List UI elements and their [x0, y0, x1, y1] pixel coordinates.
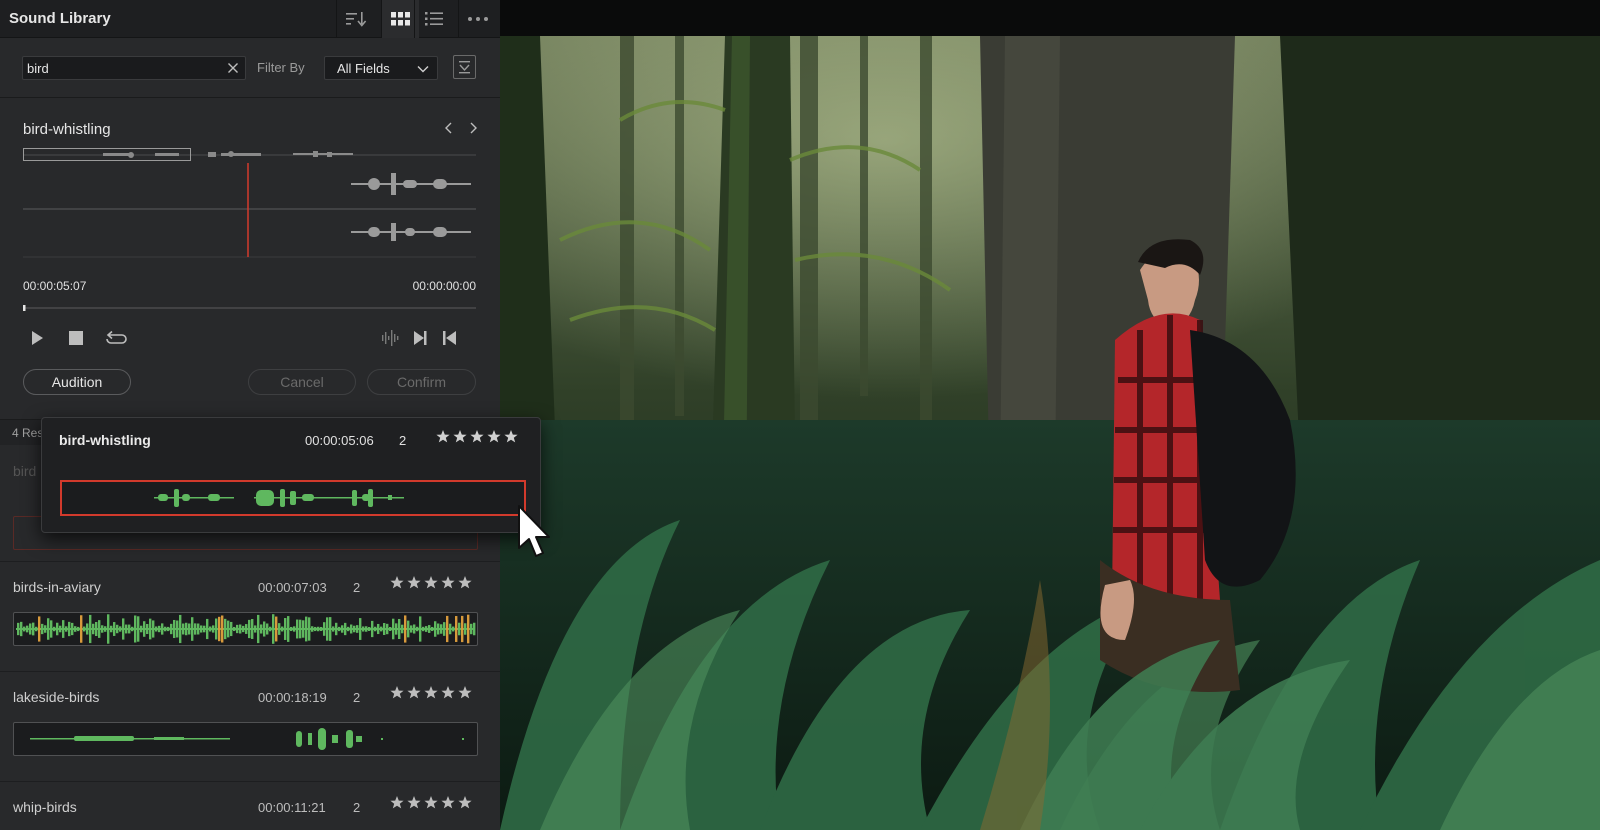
popup-clip-name: bird-whistling [59, 432, 151, 448]
filter-options-button[interactable] [453, 55, 476, 79]
star-icon [390, 576, 472, 589]
forest-hiker-frame [500, 0, 1600, 830]
popup-waveform[interactable] [60, 480, 526, 516]
sort-icon [345, 12, 366, 27]
search-row: Filter By All Fields [0, 38, 500, 98]
clip-hover-preview[interactable]: bird-whistling 00:00:05:06 2 [41, 417, 541, 533]
panel-title: Sound Library [9, 10, 111, 27]
result-waveform[interactable] [13, 612, 478, 646]
star-rating[interactable] [436, 429, 518, 445]
more-options-button[interactable] [458, 0, 496, 38]
result-duration: 00:00:18:19 [258, 690, 327, 705]
clip-preview: bird-whistling 00:00:05:07 00:00:00:00 A… [0, 99, 500, 419]
result-item-birds-in-aviary[interactable]: birds-in-aviary 00:00:07:03 2 [0, 562, 500, 672]
skip-back-icon[interactable] [439, 327, 461, 349]
star-icon [390, 796, 472, 809]
chevron-down-icon [417, 66, 429, 73]
result-item-whip-birds[interactable]: whip-birds 00:00:11:21 2 [0, 782, 500, 830]
play-icon[interactable] [25, 327, 47, 349]
filter-by-label: Filter By [257, 60, 305, 75]
audition-button[interactable]: Audition [23, 369, 131, 395]
panel-header: Sound Library [0, 0, 500, 38]
result-name: whip-birds [13, 799, 77, 815]
confirm-button[interactable]: Confirm [367, 369, 476, 395]
result-item-lakeside-birds[interactable]: lakeside-birds 00:00:18:19 2 [0, 672, 500, 782]
search-input[interactable] [23, 57, 223, 79]
star-rating[interactable] [390, 795, 472, 811]
preview-waveform[interactable] [23, 147, 476, 259]
mouse-cursor-icon [518, 505, 550, 557]
end-timecode: 00:00:00:00 [412, 279, 476, 293]
previous-clip-icon[interactable] [445, 122, 452, 134]
result-channels: 2 [353, 800, 361, 815]
stop-icon[interactable] [65, 327, 87, 349]
loop-icon[interactable] [103, 327, 129, 349]
star-icon [436, 430, 518, 443]
transport-controls [23, 327, 476, 349]
scrub-bar[interactable] [23, 305, 476, 311]
search-box [22, 56, 246, 80]
result-name: birds-in-aviary [13, 579, 101, 595]
sort-button[interactable] [336, 0, 374, 38]
popup-channels: 2 [399, 433, 407, 448]
popup-duration: 00:00:05:06 [305, 433, 374, 448]
result-channels: 2 [353, 580, 361, 595]
filter-field-value: All Fields [337, 61, 390, 76]
result-waveform[interactable] [13, 722, 478, 756]
star-rating[interactable] [390, 575, 472, 591]
filter-field-select[interactable]: All Fields [324, 56, 438, 80]
sound-library-panel: Sound Library bird Filter By All Fields … [0, 0, 500, 830]
list-view-button[interactable] [414, 0, 452, 38]
current-timecode: 00:00:05:07 [23, 279, 87, 293]
star-rating[interactable] [390, 685, 472, 701]
result-channels: 2 [353, 690, 361, 705]
cancel-button[interactable]: Cancel [248, 369, 356, 395]
result-name: lakeside-birds [13, 689, 100, 705]
clip-nav-arrows [445, 122, 477, 134]
video-viewer[interactable] [500, 0, 1600, 830]
audio-waveform-icon[interactable] [379, 327, 401, 349]
result-duration: 00:00:07:03 [258, 580, 327, 595]
star-icon [390, 686, 472, 699]
filter-icon [459, 61, 470, 74]
result-duration: 00:00:11:21 [258, 800, 326, 815]
next-clip-icon[interactable] [470, 122, 477, 134]
grid-icon [390, 12, 410, 26]
list-icon [424, 12, 443, 26]
more-icon [467, 17, 488, 21]
result-name: bird [13, 463, 37, 479]
preview-clip-name: bird-whistling [23, 121, 111, 138]
skip-forward-icon[interactable] [409, 327, 431, 349]
scrub-handle[interactable] [23, 305, 26, 311]
results-count: 4 Res [12, 426, 44, 440]
clear-search-icon[interactable] [225, 60, 241, 76]
